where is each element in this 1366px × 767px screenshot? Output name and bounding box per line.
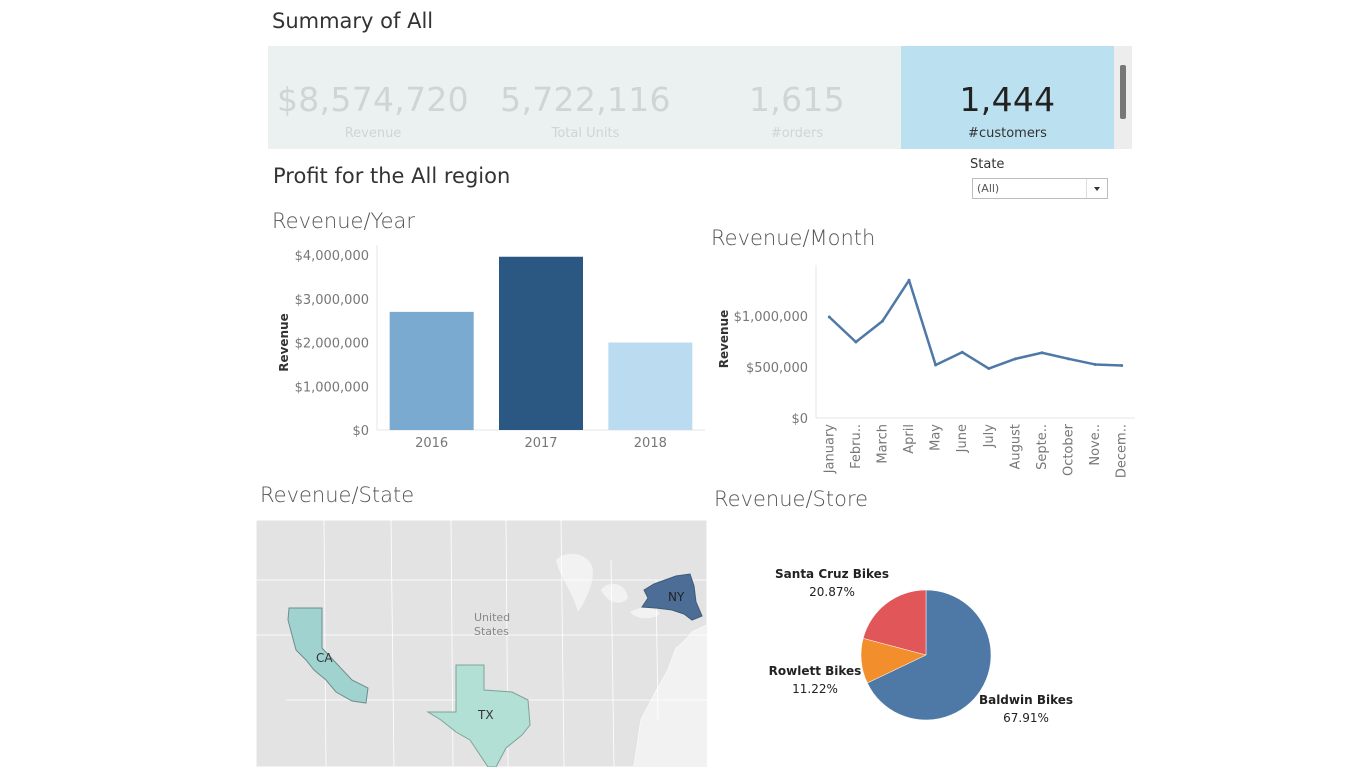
kpi-total-units-value: 5,722,116 [500, 80, 671, 119]
line-x-tick-label: Septe.. [1035, 424, 1050, 470]
revenue-month-series-line[interactable] [828, 279, 1122, 370]
revenue-store-chart: Baldwin Bikes 67.91% Rowlett Bikes 11.22% Sa… [769, 567, 1073, 725]
line-point-9[interactable] [1040, 351, 1044, 355]
line-point-6[interactable] [960, 350, 964, 354]
revenue-state-map[interactable]: United States CA TX NY [256, 520, 707, 767]
kpi-orders[interactable]: 1,615 #orders [693, 46, 901, 149]
line-point-1[interactable] [827, 315, 831, 319]
line-point-4[interactable] [907, 278, 911, 282]
line-x-tick-label: October [1062, 423, 1077, 476]
bar-x-tick-label: 2017 [524, 436, 557, 451]
bar-2016[interactable] [389, 311, 474, 430]
kpi-revenue-value: $8,574,720 [277, 80, 469, 119]
line-x-tick-label: Decem.. [1115, 424, 1130, 477]
line-point-5[interactable] [934, 363, 938, 367]
line-y-tick-label: $0 [791, 412, 808, 427]
pie-label-pct: 20.87% [809, 585, 855, 599]
kpi-customers[interactable]: 1,444 #customers [901, 46, 1114, 149]
kpi-orders-label: #orders [770, 126, 824, 141]
kpi-customers-value: 1,444 [959, 80, 1056, 119]
line-y-tick-label: $1,000,000 [734, 310, 808, 325]
bar-y-tick-label: $2,000,000 [295, 337, 369, 352]
bar-y-axis-title: Revenue [277, 313, 291, 372]
line-x-tick-label: Nove.. [1088, 424, 1103, 466]
bar-2017[interactable] [499, 256, 583, 430]
bar-y-tick-label: $0 [352, 424, 369, 439]
kpi-scrollbar-thumb[interactable] [1120, 65, 1126, 119]
line-point-10[interactable] [1067, 357, 1071, 361]
state-filter-label: State [970, 157, 1005, 172]
bar-y-tick-label: $3,000,000 [295, 293, 369, 308]
bar-x-tick-label: 2018 [634, 436, 667, 451]
line-y-tick-label: $500,000 [746, 361, 808, 376]
line-x-tick-label: April [902, 424, 917, 454]
line-y-axis-title: Revenue [717, 310, 731, 369]
map-country-label: United [474, 611, 510, 624]
line-x-tick-label: August [1008, 424, 1023, 470]
revenue-month-chart: $0 $500,000 $1,000,000Revenue January Febru.… [717, 265, 1135, 477]
pie-label-pct: 11.22% [792, 682, 838, 696]
bar-y-tick-label: $1,000,000 [295, 380, 369, 395]
pie-label-name: Rowlett Bikes [769, 664, 862, 678]
state-filter-value: (All) [977, 182, 1000, 195]
map-country-label-2: States [474, 625, 509, 638]
kpi-orders-value: 1,615 [749, 80, 845, 119]
state-filter-dropdown[interactable]: (All) [972, 178, 1108, 199]
kpi-band: $8,574,720 Revenue 5,722,116 Total Units… [268, 46, 1114, 149]
revenue-store-title: Revenue/Store [714, 487, 869, 511]
bar-2018[interactable] [608, 342, 693, 431]
kpi-total-units-label: Total Units [551, 126, 620, 141]
line-x-tick-label: July [982, 424, 997, 449]
line-point-3[interactable] [880, 319, 884, 323]
map-label-ca: CA [316, 651, 333, 665]
line-x-tick-label: June [955, 424, 970, 453]
pie-label-name: Baldwin Bikes [979, 693, 1073, 707]
bar-y-tick-label: $4,000,000 [295, 249, 369, 264]
line-x-tick-label: January [822, 424, 837, 475]
summary-title: Summary of All [272, 9, 434, 33]
pie-label-pct: 67.91% [1003, 711, 1049, 725]
line-point-8[interactable] [1013, 357, 1017, 361]
kpi-customers-label: #customers [968, 126, 1047, 141]
chevron-down-icon[interactable] [1086, 179, 1107, 198]
kpi-revenue-label: Revenue [344, 126, 402, 141]
revenue-month-title: Revenue/Month [711, 226, 876, 250]
map-label-ny: NY [668, 590, 685, 604]
line-x-tick-label: Febru.. [849, 424, 864, 469]
line-x-tick-label: May [929, 424, 944, 451]
kpi-revenue[interactable]: $8,574,720 Revenue [268, 46, 478, 149]
revenue-year-chart: $0 $1,000,000 $2,000,000 $3,000,000 $4,000,0… [277, 245, 705, 451]
kpi-total-units[interactable]: 5,722,116 Total Units [478, 46, 693, 149]
map-label-tx: TX [477, 708, 494, 722]
line-point-11[interactable] [1093, 362, 1097, 366]
line-point-2[interactable] [854, 340, 858, 344]
revenue-state-title: Revenue/State [260, 483, 415, 507]
profit-title: Profit for the All region [273, 164, 511, 188]
line-point-7[interactable] [987, 367, 991, 371]
revenue-year-title: Revenue/Year [272, 209, 415, 233]
line-point-12[interactable] [1120, 363, 1124, 367]
bar-x-tick-label: 2016 [415, 436, 448, 451]
pie-label-name: Santa Cruz Bikes [775, 567, 889, 581]
line-x-tick-label: March [875, 424, 890, 464]
